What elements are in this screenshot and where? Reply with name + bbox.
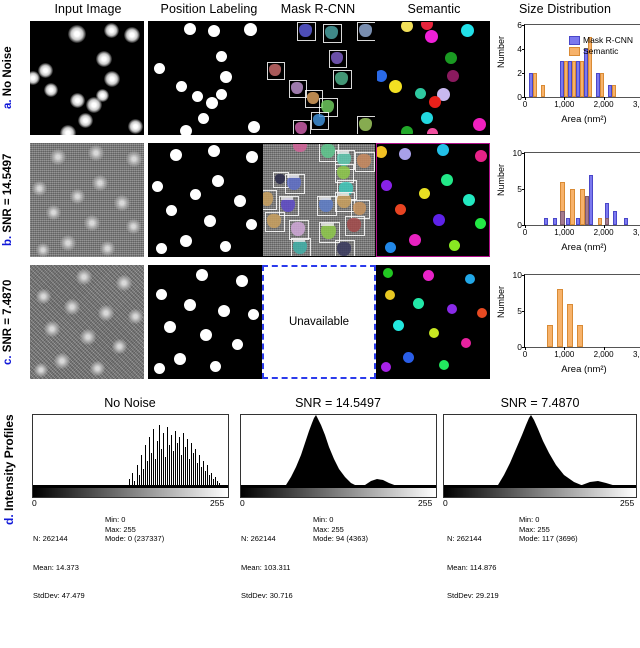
legend-swatch-semantic [569, 47, 580, 56]
row-text-b: SNR = 14.5497 [2, 153, 14, 233]
stat-stddev-1: StdDev: 47.479 [33, 591, 85, 600]
histogram-stats-no-noise: N: 262144 Mean: 14.373 StdDev: 47.479 Mi… [33, 515, 223, 648]
stat-max-1: Max: 255 [105, 524, 136, 534]
histogram-axis-min-no-noise: 0 [32, 498, 37, 508]
chart-b-plot: 10 5 0 0 1,000 2,000 3,000 [513, 148, 640, 237]
column-header-semantic: Semantic [407, 2, 461, 16]
row-index-b: b. [2, 235, 14, 247]
legend-label-mask-rcnn: Mask R-CNN [583, 35, 634, 45]
chart-c-bars [525, 275, 640, 347]
stat-mode-2: Mode: 94 (4363) [313, 534, 369, 543]
chart-a-xlabel: Area (nm²) [561, 114, 607, 125]
stat-min-1: Min: 0 [105, 515, 126, 524]
chart-c-plot: 10 5 0 0 1,000 2,000 3,000 [513, 270, 640, 359]
histogram-gradient-snr-14 [240, 488, 437, 498]
panel-semantic-a [376, 21, 490, 135]
panel-input-image-b [30, 143, 144, 257]
row-index-a: a. [2, 99, 14, 110]
column-header-mask-rcnn: Mask R-CNN [280, 2, 356, 16]
chart-c-ylabel: Number [496, 286, 506, 319]
chart-a-legend: Mask R-CNN Semantic [569, 35, 633, 57]
chart-b-xtick-3: 3,000 [632, 228, 640, 237]
chart-a-ylabel: Number [496, 36, 506, 69]
stat-max-2: Max: 255 [313, 524, 344, 534]
column-header-position-labeling: Position Labeling [160, 2, 258, 16]
column-header-input-image: Input Image [54, 2, 122, 16]
panel-mask-rcnn-a [262, 21, 376, 135]
chart-size-distribution-a: Number 6 4 2 0 0 1,000 2,000 3,000 [490, 18, 640, 130]
histogram-title-no-noise: No Noise [104, 396, 156, 410]
stat-mean-2: Mean: 103.311 [241, 562, 291, 572]
row-index-c: c. [2, 355, 14, 365]
histogram-title-snr-7: SNR = 7.4870 [500, 396, 580, 410]
panel-position-labeling-a [148, 21, 262, 135]
panel-input-image-c [30, 265, 144, 379]
histogram-gradient-snr-7 [443, 488, 637, 498]
legend-label-semantic: Semantic [583, 46, 619, 56]
row-index-d: d. [2, 514, 16, 526]
histogram-axis-min-snr-7: 0 [443, 498, 448, 508]
chart-c-xtick-3: 3,000 [632, 350, 640, 359]
histogram-axis-max-snr-7: 255 [620, 498, 635, 508]
stat-mode-1: Mode: 0 (237337) [105, 534, 165, 543]
row-label-b: b. SNR = 14.5497 [2, 144, 14, 256]
histogram-axis-max-snr-14: 255 [418, 498, 433, 508]
stat-min-2: Min: 0 [313, 515, 334, 524]
histogram-axis-max-no-noise: 255 [210, 498, 225, 508]
panel-semantic-b [376, 143, 490, 257]
histogram-box-snr-7 [443, 414, 637, 490]
figure-root: Input Image Position Labeling Mask R-CNN… [0, 0, 640, 600]
chart-b-ylabel: Number [496, 164, 506, 197]
row-label-d: d. Intensity Profiles [2, 400, 16, 540]
row-text-c: SNR = 7.4870 [2, 279, 14, 352]
panel-position-labeling-b [148, 143, 262, 257]
stat-mode-3: Mode: 117 (3696) [519, 534, 578, 543]
row-label-c: c. SNR = 7.4870 [2, 266, 14, 378]
histogram-stats-snr-14: N: 262144 Mean: 103.311 StdDev: 30.716 M… [241, 515, 431, 648]
panel-semantic-c [376, 265, 490, 379]
panel-input-image-a [30, 21, 144, 135]
row-text-a: No Noise [2, 46, 14, 97]
legend-swatch-mask-rcnn [569, 36, 580, 45]
row-label-a: a. No Noise [2, 22, 14, 134]
panel-mask-rcnn-c-unavailable: Unavailable [262, 265, 376, 379]
histogram-curve-snr-7 [444, 415, 636, 489]
stat-stddev-2: StdDev: 30.716 [241, 591, 293, 600]
chart-a-plot: 6 4 2 0 0 1,000 2,000 3,000 [517, 20, 640, 109]
chart-size-distribution-b: Number 10 5 0 0 1,000 2,000 3,000 [490, 146, 640, 258]
histogram-curve-snr-14 [241, 415, 436, 489]
stat-stddev-3: StdDev: 29.219 [447, 591, 499, 600]
unavailable-label: Unavailable [288, 316, 350, 328]
histogram-axis-min-snr-14: 0 [240, 498, 245, 508]
histogram-curve-no-noise [33, 425, 228, 489]
stat-mean-3: Mean: 114.876 [447, 562, 497, 572]
histogram-stats-snr-7: N: 262144 Mean: 114.876 StdDev: 29.219 M… [447, 515, 637, 648]
histogram-gradient-no-noise [32, 488, 229, 498]
stat-max-3: Max: 255 [519, 524, 550, 534]
chart-b-xlabel: Area (nm²) [561, 242, 607, 253]
chart-c-xlabel: Area (nm²) [561, 364, 607, 375]
chart-b-bars [525, 153, 640, 225]
panel-position-labeling-c [148, 265, 262, 379]
chart-a-xtick-3: 3,000 [632, 100, 640, 109]
histogram-box-snr-14 [240, 414, 437, 490]
row-text-d: Intensity Profiles [2, 414, 16, 512]
chart-size-distribution-c: Number 10 5 0 0 1,000 2,000 3,000 Area (… [490, 268, 640, 380]
histogram-title-snr-14: SNR = 14.5497 [295, 396, 381, 410]
panel-mask-rcnn-b [262, 143, 376, 257]
stat-min-3: Min: 0 [519, 515, 540, 524]
column-header-size-distribution: Size Distribution [518, 2, 611, 16]
histogram-box-no-noise [32, 414, 229, 490]
stat-mean-1: Mean: 14.373 [33, 562, 79, 572]
